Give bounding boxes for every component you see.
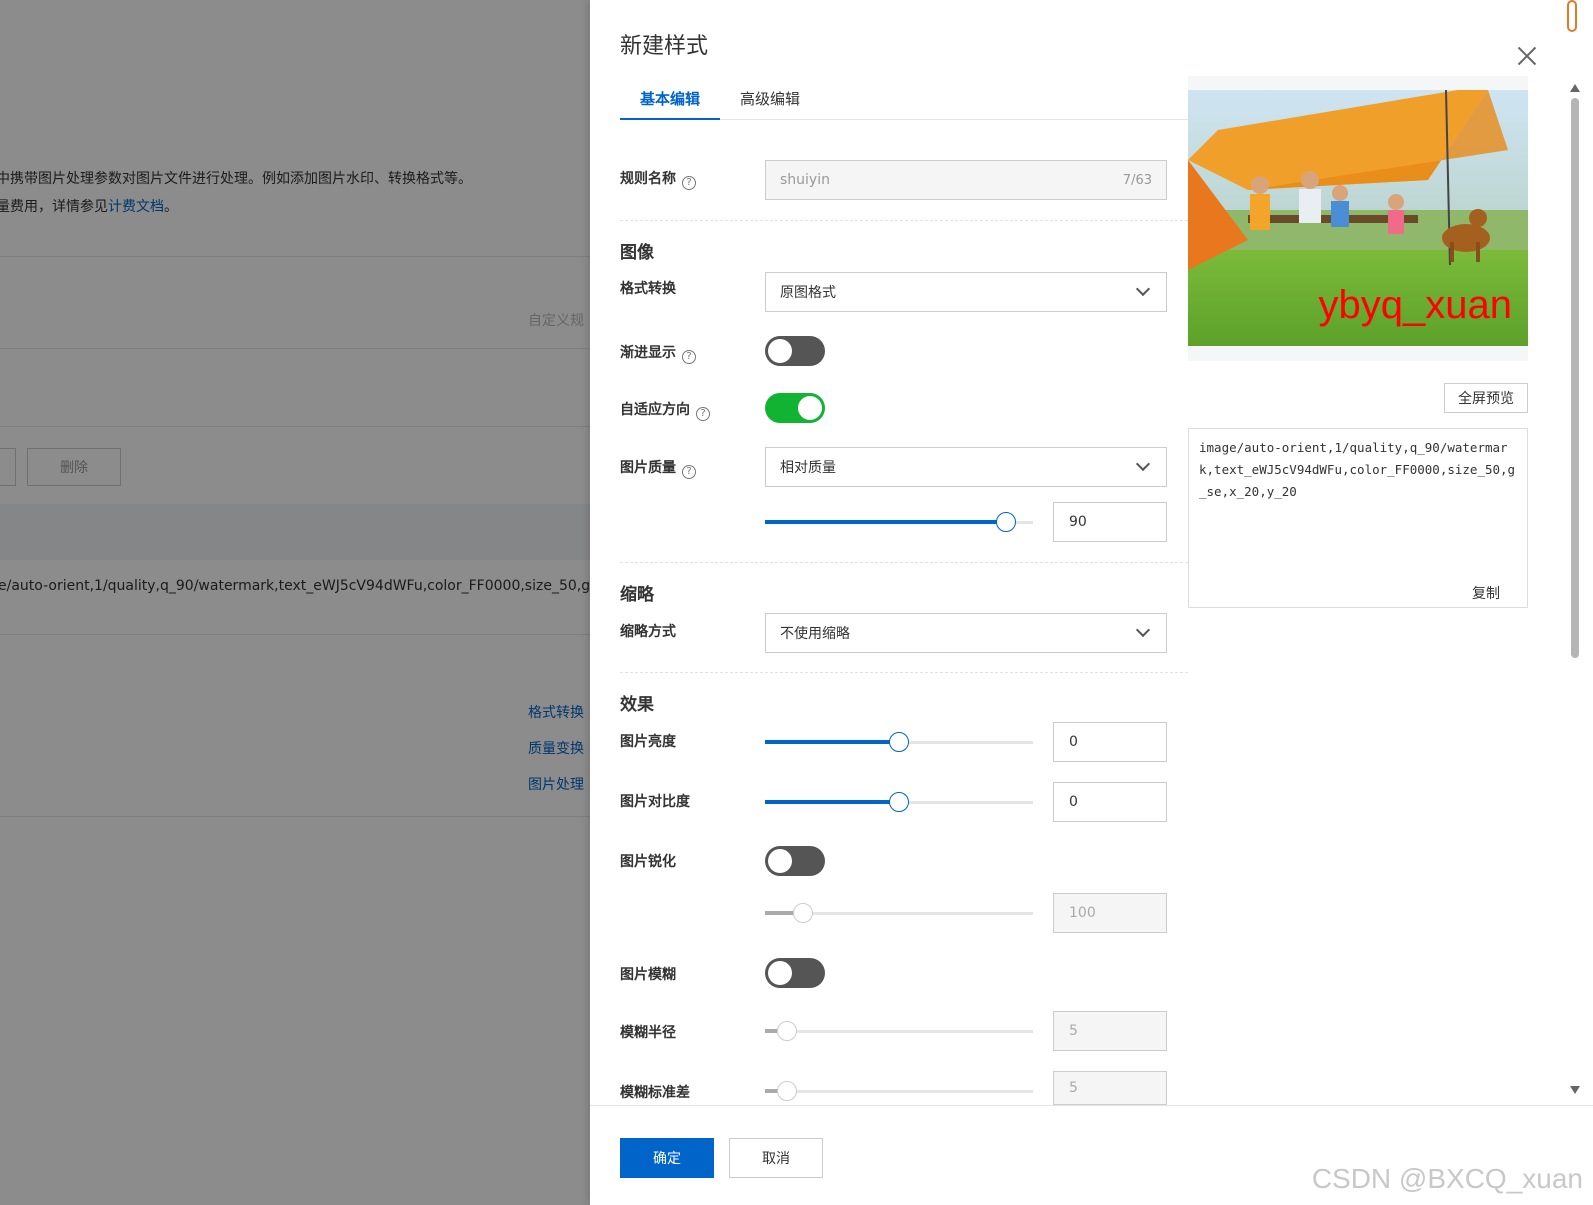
new-style-drawer: 新建样式 基本编辑 高级编辑 规则名称? shuiyin 7/63 图像 格式转…	[590, 0, 1593, 1205]
section-effect-title: 效果	[620, 695, 654, 715]
brightness-label: 图片亮度	[620, 734, 676, 750]
slider-fill	[765, 740, 899, 744]
thumbnail-mode-select[interactable]: 不使用缩略	[765, 613, 1167, 653]
thumbnail-mode-value: 不使用缩略	[780, 626, 850, 642]
slider-thumb[interactable]	[776, 1081, 797, 1101]
edit-tabs: 基本编辑 高级编辑	[620, 82, 1188, 120]
progressive-toggle[interactable]	[765, 336, 825, 366]
rule-name-value: shuiyin	[780, 172, 830, 188]
help-icon[interactable]: ?	[682, 176, 696, 190]
cancel-button[interactable]: 取消	[729, 1138, 823, 1178]
thumbnail-mode-label: 缩略方式	[620, 624, 676, 640]
slider-fill	[765, 520, 1007, 524]
blur-radius-number-input[interactable]: 5	[1053, 1011, 1167, 1051]
sharpen-slider[interactable]	[765, 903, 1033, 923]
contrast-number-input[interactable]: 0	[1053, 782, 1167, 822]
quality-select[interactable]: 相对质量	[765, 447, 1167, 487]
rule-name-input[interactable]: shuiyin 7/63	[765, 160, 1167, 200]
progressive-label-text: 渐进显示	[620, 345, 676, 361]
sharpen-toggle[interactable]	[765, 846, 825, 876]
help-icon[interactable]: ?	[696, 407, 710, 421]
divider	[620, 562, 1188, 563]
preview-image: ybyq_xuan	[1188, 90, 1528, 346]
drawer-title: 新建样式	[620, 34, 709, 59]
quality-value: 相对质量	[780, 460, 836, 476]
divider	[620, 220, 1188, 221]
blur-radius-slider[interactable]	[765, 1021, 1033, 1041]
blur-toggle[interactable]	[765, 958, 825, 988]
chevron-down-icon	[1135, 456, 1151, 472]
slider-track	[765, 1030, 1033, 1033]
toggle-knob	[768, 849, 792, 873]
progressive-label: 渐进显示?	[620, 342, 696, 364]
toggle-knob	[768, 961, 792, 985]
style-code-box[interactable]: image/auto-orient,1/quality,q_90/waterma…	[1188, 428, 1528, 608]
slider-thumb[interactable]	[889, 792, 909, 812]
scrollbar-thumb[interactable]	[1571, 98, 1579, 658]
blur-sigma-number-input[interactable]: 5	[1053, 1071, 1167, 1105]
slider-track	[765, 1090, 1033, 1093]
brightness-slider[interactable]	[765, 732, 1033, 752]
blur-sigma-slider[interactable]	[765, 1081, 1033, 1101]
fullscreen-preview-button[interactable]: 全屏预览	[1444, 383, 1528, 413]
slider-thumb[interactable]	[793, 903, 814, 923]
image-preview-panel: ybyq_xuan	[1188, 76, 1528, 361]
format-select[interactable]: 原图格式	[765, 272, 1167, 312]
auto-orient-label-text: 自适应方向	[620, 402, 690, 418]
char-counter: 7/63	[1122, 172, 1152, 188]
help-icon[interactable]: ?	[682, 350, 696, 364]
contrast-slider[interactable]	[765, 792, 1033, 812]
chevron-down-icon	[1135, 622, 1151, 638]
format-value: 原图格式	[780, 285, 836, 301]
blur-sigma-label: 模糊标准差	[620, 1085, 690, 1101]
modal-overlay[interactable]	[0, 0, 590, 1205]
section-thumbnail-title: 缩略	[620, 585, 654, 605]
quality-label-text: 图片质量	[620, 460, 676, 476]
drawer-footer: 确定 取消 CSDN @BXCQ_xuan	[590, 1105, 1593, 1205]
scroll-indicator	[1567, 0, 1577, 32]
slider-thumb[interactable]	[889, 732, 909, 752]
scroll-down-icon[interactable]	[1570, 1086, 1580, 1094]
rule-name-label-text: 规则名称	[620, 171, 676, 187]
sharpen-label: 图片锐化	[620, 854, 676, 870]
chevron-down-icon	[1135, 281, 1151, 297]
contrast-label: 图片对比度	[620, 794, 690, 810]
csdn-credit-watermark: CSDN @BXCQ_xuan	[1311, 1163, 1583, 1194]
confirm-button[interactable]: 确定	[620, 1138, 714, 1178]
slider-thumb[interactable]	[776, 1021, 797, 1041]
toggle-knob	[798, 396, 822, 420]
auto-orient-toggle[interactable]	[765, 393, 825, 423]
tab-basic-edit[interactable]: 基本编辑	[620, 82, 721, 120]
section-image-title: 图像	[620, 243, 654, 263]
watermark-text: ybyq_xuan	[1318, 283, 1512, 327]
brightness-number-input[interactable]: 0	[1053, 722, 1167, 762]
close-icon[interactable]	[1515, 44, 1539, 68]
divider	[620, 672, 1188, 673]
quality-slider[interactable]	[765, 512, 1033, 532]
vertical-scrollbar[interactable]	[1568, 80, 1582, 1100]
help-icon[interactable]: ?	[682, 465, 696, 479]
tab-advanced-edit[interactable]: 高级编辑	[720, 82, 820, 120]
sharpen-number-input[interactable]: 100	[1053, 893, 1167, 933]
format-label: 格式转换	[620, 281, 676, 297]
blur-radius-label: 模糊半径	[620, 1025, 676, 1041]
scroll-up-icon[interactable]	[1570, 84, 1580, 92]
slider-thumb[interactable]	[996, 512, 1017, 532]
toggle-knob	[768, 339, 792, 363]
blur-label: 图片模糊	[620, 967, 676, 983]
quality-label: 图片质量?	[620, 457, 696, 479]
quality-number-input[interactable]: 90	[1053, 502, 1167, 542]
auto-orient-label: 自适应方向?	[620, 399, 710, 421]
rule-name-label: 规则名称?	[620, 168, 696, 190]
copy-button[interactable]: 复制	[1472, 583, 1500, 603]
slider-fill	[765, 800, 899, 804]
